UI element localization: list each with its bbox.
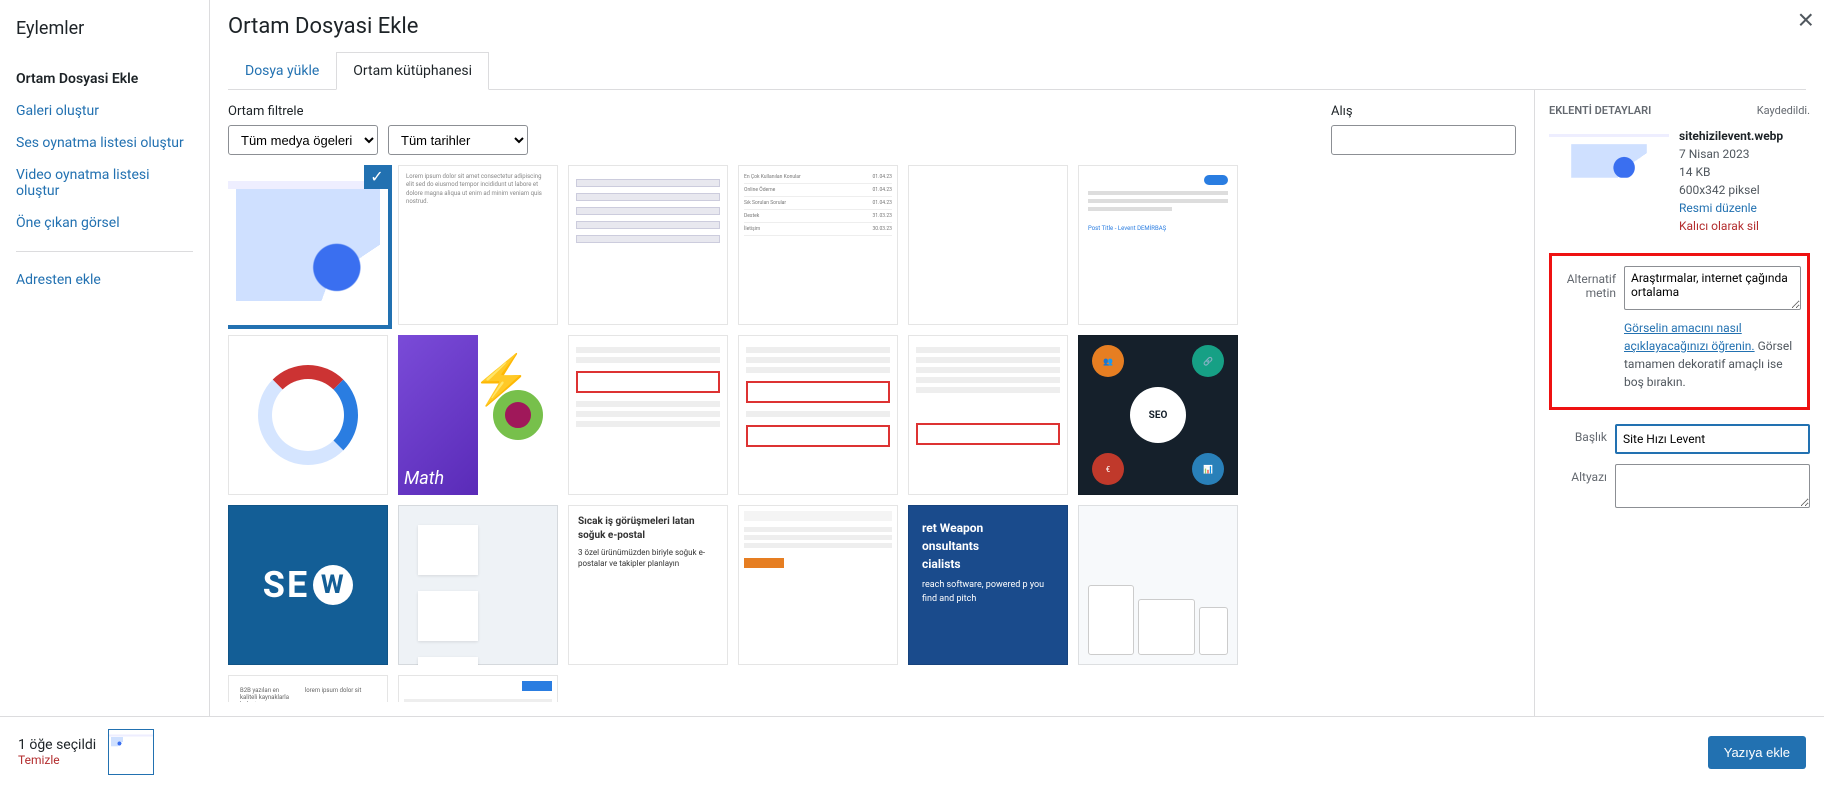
sidebar-item-insert-media[interactable]: Ortam Dosyasi Ekle bbox=[16, 63, 193, 95]
insert-into-post-button[interactable]: Yazıya ekle bbox=[1708, 736, 1806, 769]
media-thumb[interactable]: Math⚡ bbox=[398, 335, 558, 495]
sidebar-item-create-gallery[interactable]: Galeri oluştur bbox=[16, 95, 193, 127]
media-thumb[interactable]: ✓ bbox=[228, 165, 388, 325]
media-thumb[interactable]: En Çok Kullanılan Konular01.04.23Online … bbox=[738, 165, 898, 325]
media-thumb[interactable]: Lorem ipsum dolor sit amet consectetur a… bbox=[398, 165, 558, 325]
media-thumb[interactable] bbox=[1078, 505, 1238, 665]
modal-footer: 1 öğe seçildi Temizle Yazıya ekle bbox=[0, 716, 1824, 787]
close-button[interactable]: × bbox=[1798, 6, 1814, 34]
media-thumb[interactable] bbox=[908, 165, 1068, 325]
sidebar-item-featured-image[interactable]: Öne çıkan görsel bbox=[16, 207, 193, 239]
close-icon: × bbox=[1798, 4, 1814, 35]
delete-permanently-link[interactable]: Kalıcı olarak sil bbox=[1679, 217, 1783, 235]
search-label: Alış bbox=[1331, 104, 1516, 119]
selection-thumb[interactable] bbox=[108, 729, 154, 775]
media-thumb[interactable] bbox=[398, 505, 558, 665]
media-thumb[interactable]: Post Title - Levent DEMİRBAŞ bbox=[1078, 165, 1238, 325]
filter-dates[interactable]: Tüm tarihler bbox=[388, 125, 528, 155]
media-thumb[interactable] bbox=[738, 335, 898, 495]
file-size: 14 KB bbox=[1679, 165, 1710, 179]
media-thumb[interactable]: SEO 👥 🔗 € 📊 bbox=[1078, 335, 1238, 495]
search-input[interactable] bbox=[1331, 125, 1516, 155]
modal-title: Ortam Dosyasi Ekle bbox=[228, 14, 1806, 39]
tab-upload-files[interactable]: Dosya yükle bbox=[228, 52, 336, 90]
media-thumb[interactable]: ret Weapononsultantscialistsreach softwa… bbox=[908, 505, 1068, 665]
attachment-details: EKLENTİ DETAYLARI Kaydedildi. sitehizile… bbox=[1534, 90, 1824, 716]
sidebar-item-video-playlist[interactable]: Video oynatma listesi oluştur bbox=[16, 159, 193, 207]
caption-label: Altyazı bbox=[1549, 464, 1607, 484]
media-thumb[interactable]: B2B yazıları en kaliteli kaynaklarla bul… bbox=[228, 675, 388, 702]
file-date: 7 Nisan 2023 bbox=[1679, 147, 1750, 161]
sidebar-item-audio-playlist[interactable]: Ses oynatma listesi oluştur bbox=[16, 127, 193, 159]
filter-label: Ortam filtrele bbox=[228, 104, 528, 119]
media-thumb[interactable] bbox=[908, 335, 1068, 495]
file-name: sitehizilevent.webp bbox=[1679, 129, 1783, 143]
alt-text-input[interactable]: Araştırmalar, internet çağında ortalama bbox=[1624, 266, 1801, 310]
thumbnails-scroll[interactable]: ✓ Lorem ipsum dolor sit amet consectetur… bbox=[228, 165, 1516, 702]
media-thumb[interactable]: Sıcak iş görüşmeleri latan soğuk e-posta… bbox=[568, 505, 728, 665]
media-thumb[interactable] bbox=[398, 675, 558, 702]
actions-sidebar: Eylemler Ortam Dosyasi Ekle Galeri oluşt… bbox=[0, 0, 210, 716]
media-thumb[interactable]: SEW bbox=[228, 505, 388, 665]
media-thumb[interactable] bbox=[228, 335, 388, 495]
check-icon: ✓ bbox=[364, 165, 388, 189]
upload-tabs: Dosya yükle Ortam kütüphanesi bbox=[228, 51, 1806, 90]
file-dimensions: 600x342 piksel bbox=[1679, 183, 1760, 197]
tab-media-library[interactable]: Ortam kütüphanesi bbox=[336, 52, 489, 90]
main-panel: × Ortam Dosyasi Ekle Dosya yükle Ortam k… bbox=[210, 0, 1824, 716]
caption-input[interactable] bbox=[1615, 464, 1810, 508]
sidebar-item-insert-from-url[interactable]: Adresten ekle bbox=[16, 264, 193, 296]
media-thumb[interactable] bbox=[738, 505, 898, 665]
sidebar-heading: Eylemler bbox=[16, 18, 193, 39]
sidebar-divider bbox=[16, 251, 193, 252]
details-heading: EKLENTİ DETAYLARI bbox=[1549, 104, 1651, 117]
title-label: Başlık bbox=[1549, 424, 1607, 444]
media-thumb[interactable] bbox=[568, 335, 728, 495]
details-thumbnail bbox=[1549, 127, 1669, 195]
edit-image-link[interactable]: Resmi düzenle bbox=[1679, 199, 1783, 217]
title-input[interactable] bbox=[1615, 424, 1810, 454]
media-browser: Ortam filtrele Tüm medya ögeleri Tüm tar… bbox=[210, 90, 1534, 716]
alt-text-highlight: Alternatif metin Araştırmalar, internet … bbox=[1549, 253, 1810, 410]
media-thumb[interactable] bbox=[568, 165, 728, 325]
saved-status: Kaydedildi. bbox=[1757, 104, 1810, 117]
alt-help-link[interactable]: Görselin amacını nasıl açıklayacağınızı … bbox=[1624, 321, 1755, 353]
selection-count: 1 öğe seçildi bbox=[18, 737, 96, 753]
alt-text-label: Alternatif metin bbox=[1558, 266, 1616, 300]
clear-selection[interactable]: Temizle bbox=[18, 753, 96, 767]
filter-media-type[interactable]: Tüm medya ögeleri bbox=[228, 125, 378, 155]
